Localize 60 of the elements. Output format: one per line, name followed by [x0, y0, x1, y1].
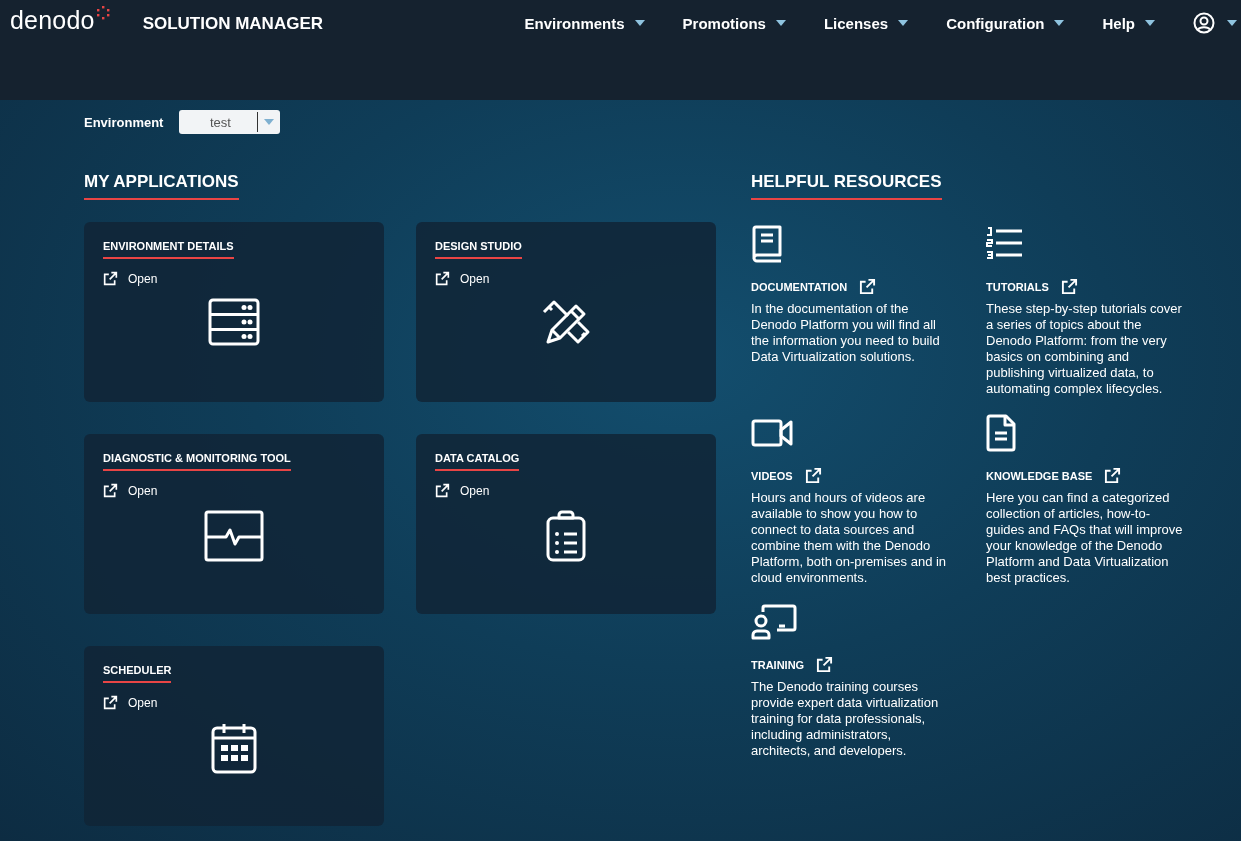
- environment-dropdown[interactable]: test: [179, 110, 281, 134]
- external-link-icon: [435, 271, 450, 286]
- user-icon: [1193, 12, 1215, 34]
- resource-description: In the documentation of the Denodo Platform you will find all the information you need to build Data Virtualization solutions.: [751, 301, 941, 365]
- section-heading: HELPFUL RESOURCES: [751, 172, 942, 200]
- open-link[interactable]: Open: [435, 271, 490, 286]
- external-link-icon: [435, 483, 450, 498]
- environment-label: Environment: [84, 114, 164, 130]
- open-link[interactable]: Open: [103, 695, 158, 710]
- resource-description: Here you can find a categorized collection of articles, how-to-guides and FAQs that will improve your knowledge of the Denodo Platform and Data Virtualization best practices.: [986, 490, 1184, 586]
- calendar-icon: [211, 722, 257, 774]
- resource-link[interactable]: KNOWLEDGE BASE: [986, 467, 1122, 484]
- nav-menu[interactable]: Environments: [524, 10, 645, 36]
- nav-menu[interactable]: Help: [1102, 10, 1155, 36]
- caret-icon: [264, 119, 275, 125]
- numbered-list-icon: [986, 226, 1024, 262]
- resource-link[interactable]: VIDEOS: [751, 467, 822, 484]
- external-link-icon: [1104, 467, 1122, 484]
- external-link-icon: [103, 695, 118, 710]
- section-heading: MY APPLICATIONS: [84, 172, 239, 200]
- resource-description: Hours and hours of videos are available to show you how to connect to data sources and combine them with the Denodo Platform, both on-premises and in cloud environments.: [751, 490, 948, 586]
- resource-description: The Denodo training courses provide expert data virtualization training for data professionals, including administrators, architects, and developers.: [751, 679, 940, 759]
- document-icon: [986, 414, 1016, 452]
- presenter-icon: [751, 604, 797, 640]
- external-link-icon: [859, 278, 877, 295]
- logo-text[interactable]: denodo: [10, 6, 95, 34]
- card-title: DESIGN STUDIO: [435, 240, 522, 259]
- resource-link[interactable]: DOCUMENTATION: [751, 278, 877, 295]
- app-title: SOLUTION MANAGER: [142, 14, 323, 34]
- resource-link[interactable]: TRAINING: [751, 656, 834, 673]
- caret-icon: [1054, 20, 1065, 26]
- heartbeat-monitor-icon: [204, 510, 264, 562]
- nav-menu[interactable]: Configuration: [946, 10, 1065, 36]
- external-link-icon: [103, 271, 118, 286]
- external-link-icon: [804, 467, 822, 484]
- external-link-icon: [103, 483, 118, 498]
- caret-icon: [1227, 20, 1237, 26]
- caret-icon: [634, 20, 645, 26]
- caret-icon: [775, 20, 786, 26]
- external-link-icon: [816, 656, 834, 673]
- card-title: DATA CATALOG: [435, 452, 520, 471]
- open-link[interactable]: Open: [435, 483, 490, 498]
- caret-icon: [898, 20, 909, 26]
- open-link[interactable]: Open: [103, 271, 158, 286]
- nav-menu[interactable]: Promotions: [682, 10, 786, 36]
- external-link-icon: [1060, 278, 1078, 295]
- logo-dots-icon: [95, 6, 110, 20]
- open-link[interactable]: Open: [103, 483, 158, 498]
- clipboard-list-icon: [546, 510, 586, 562]
- card-title: SCHEDULER: [103, 664, 172, 683]
- nav-menu[interactable]: Licenses: [823, 10, 909, 36]
- resource-link[interactable]: TUTORIALS: [986, 278, 1078, 295]
- user-menu[interactable]: [1193, 10, 1237, 36]
- server-icon: [208, 298, 260, 346]
- caret-icon: [1145, 20, 1155, 26]
- resource-description: These step-by-step tutorials cover a series of topics about the Denodo Platform: from the very basics on combining and publishing virtualized data, to automating complex lifecycles.: [986, 301, 1183, 397]
- card-title: DIAGNOSTIC & MONITORING TOOL: [103, 452, 291, 471]
- book-icon: [751, 225, 783, 263]
- card-title: ENVIRONMENT DETAILS: [103, 240, 234, 259]
- video-camera-icon: [751, 417, 793, 449]
